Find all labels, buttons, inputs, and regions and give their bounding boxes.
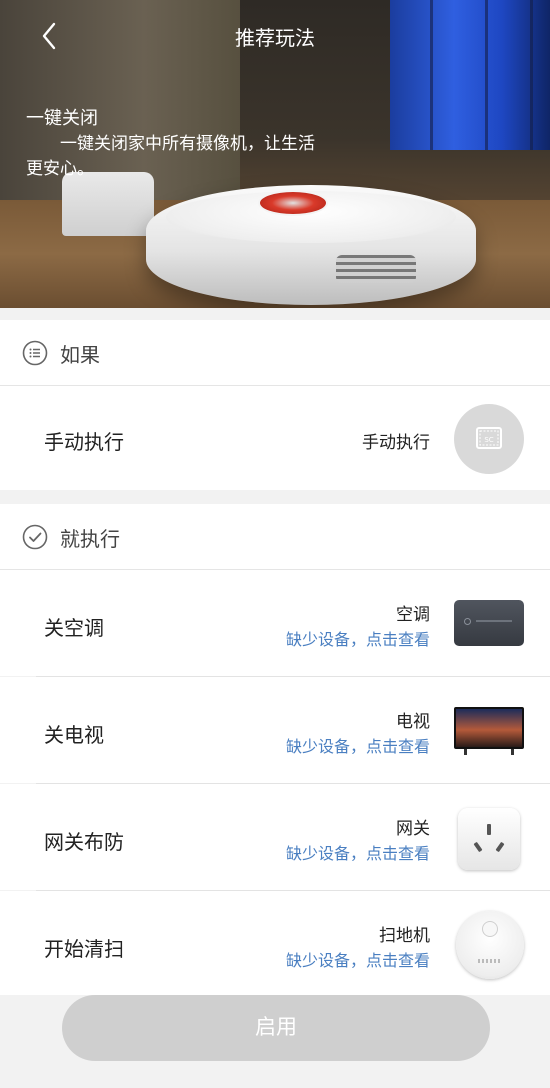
tv-thumb (454, 707, 524, 757)
footer-bar: 启用 (0, 995, 550, 1088)
missing-device-link[interactable]: 缺少设备，点击查看 (286, 733, 430, 757)
ac-controller-thumb (454, 600, 524, 646)
check-circle-icon (22, 524, 48, 550)
action-row-tv[interactable]: 关电视 电视 缺少设备，点击查看 (0, 677, 550, 783)
hero-robot-image (146, 185, 476, 305)
svg-text:SC: SC (484, 436, 493, 444)
action-row-vacuum[interactable]: 开始清扫 扫地机 缺少设备，点击查看 (0, 891, 550, 995)
page-title: 推荐玩法 (235, 26, 315, 50)
action-row-ac[interactable]: 关空调 空调 缺少设备，点击查看 (0, 570, 550, 676)
action-row-gateway[interactable]: 网关布防 网关 缺少设备，点击查看 (0, 784, 550, 890)
hero-title: 一键关闭 (26, 108, 98, 129)
action-name: 开始清扫 (44, 937, 124, 961)
trigger-device: 手动执行 (362, 433, 430, 453)
hero-banner: 推荐玩法 一键关闭 一键关闭家中所有摄像机，让生活更安心。 (0, 0, 550, 308)
action-name: 关空调 (44, 616, 104, 640)
if-section-label: 如果 (60, 343, 100, 367)
action-device: 电视 (396, 712, 430, 732)
if-section-header: 如果 (0, 320, 550, 386)
trigger-row-manual[interactable]: 手动执行 手动执行 SC (0, 386, 550, 490)
enable-button[interactable]: 启用 (62, 995, 490, 1061)
hero-description: 一键关闭家中所有摄像机，让生活更安心。 (26, 134, 315, 179)
then-section-header: 就执行 (0, 504, 550, 570)
action-device: 空调 (396, 605, 430, 625)
vacuum-robot-thumb (456, 911, 524, 979)
gateway-socket-thumb (458, 808, 520, 870)
list-icon (22, 340, 48, 366)
missing-device-link[interactable]: 缺少设备，点击查看 (286, 840, 430, 864)
action-device: 网关 (396, 819, 430, 839)
then-section-label: 就执行 (60, 527, 120, 551)
trigger-name: 手动执行 (44, 430, 124, 454)
action-name: 关电视 (44, 723, 104, 747)
action-device: 扫地机 (379, 926, 430, 946)
action-name: 网关布防 (44, 830, 124, 854)
missing-device-link[interactable]: 缺少设备，点击查看 (286, 626, 430, 650)
manual-execute-icon: SC (454, 404, 524, 474)
missing-device-link[interactable]: 缺少设备，点击查看 (286, 947, 430, 971)
